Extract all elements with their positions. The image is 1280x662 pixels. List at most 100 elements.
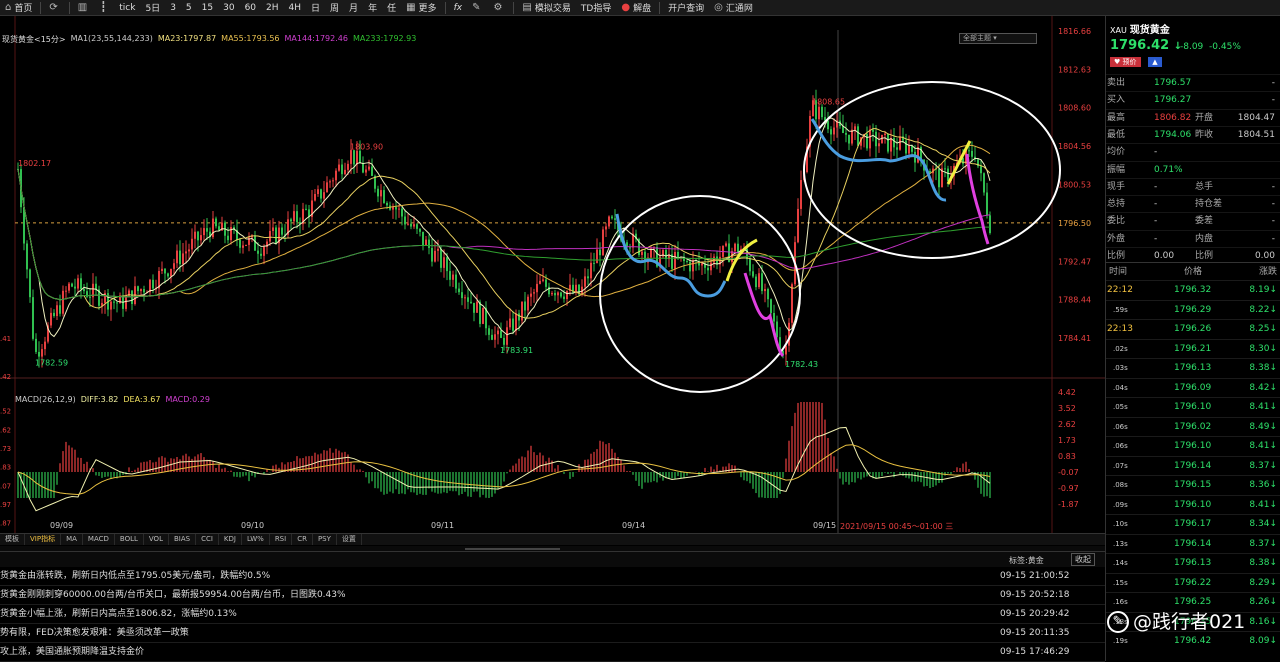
news-item[interactable]: 货黄金小幅上涨，刷新日内高点至1806.82，涨幅约0.13% 09-15 20:… [0, 605, 1105, 624]
tick-row: .15s 1796.22 8.29↓ [1106, 572, 1280, 591]
interval-8[interactable]: 4H [284, 0, 307, 16]
indicator-tab[interactable]: RSI [270, 534, 293, 545]
interval-13[interactable]: 任 [382, 0, 401, 16]
candle-body [137, 286, 139, 292]
indicator-tab[interactable]: BOLL [115, 534, 144, 545]
indicator-tab[interactable]: MACD [83, 534, 115, 545]
candle-body [791, 284, 793, 323]
indicator-tab[interactable]: LW% [242, 534, 270, 545]
candle-body [410, 223, 412, 227]
formula-button[interactable]: fx [449, 0, 468, 16]
candle-body [245, 244, 247, 246]
candle-body [665, 249, 667, 260]
indicator-tab[interactable]: VOL [144, 534, 169, 545]
indicator-tab[interactable]: 模板 [0, 534, 25, 545]
macd-legend-item: DIFF:3.82 [80, 395, 119, 404]
tick-change: 8.36↓ [1249, 480, 1277, 490]
symbol-name: 现货黄金 [1129, 25, 1170, 36]
indicator-tab[interactable]: PSY [313, 534, 337, 545]
news-item[interactable]: 货黄金刚刚刺穿60000.00台两/台币关口，最新报59954.00台两/台币，… [0, 586, 1105, 605]
candle-body [77, 278, 79, 289]
chart-canvas[interactable]: 1816.66 1812.63 1808.60 1804.56 1800.53 1796.… [0, 16, 1105, 536]
candle-body [419, 228, 421, 232]
draw-tool-button[interactable]: ✎ [467, 0, 488, 16]
splitter-handle[interactable] [465, 548, 560, 550]
candle-body [113, 301, 115, 303]
candle-body [242, 245, 244, 248]
tick-time: 22:13 [1107, 324, 1133, 334]
decode-button[interactable]: ● 解盘 [616, 0, 656, 16]
candle-body [500, 330, 502, 338]
candle-body [152, 279, 154, 289]
pen-icon: ✎ [472, 2, 481, 13]
candle-body [584, 276, 586, 287]
news-item[interactable]: 货黄金由涨转跌，刷新日内低点至1795.05美元/盎司，跌幅约0.5% 09-15… [0, 567, 1105, 586]
indicator-tab[interactable]: BIAS [169, 534, 197, 545]
dea-line [17, 444, 991, 496]
candle-body [68, 283, 70, 291]
candle-body [215, 218, 217, 227]
news-tag-label[interactable]: 标签:黄金 [1009, 555, 1044, 566]
interval-9[interactable]: 日 [306, 0, 325, 16]
interval-11[interactable]: 月 [344, 0, 363, 16]
interval-0[interactable]: tick [114, 0, 140, 16]
candle-body [593, 262, 595, 264]
candle-body [269, 230, 271, 242]
bell-icon[interactable]: ▲ [1148, 57, 1162, 67]
more-label: 更多 [418, 4, 437, 14]
tick-time: .59s [1113, 305, 1128, 314]
quote-label: 卖出 [1107, 78, 1126, 88]
interval-12[interactable]: 年 [363, 0, 382, 16]
indicator-tab[interactable]: VIP指标 [25, 534, 62, 545]
macd-tick-label: 0.83 [1058, 452, 1076, 461]
candle-body [629, 247, 631, 249]
tick-row: .59s 1796.29 8.22↓ [1106, 299, 1280, 318]
indicator-tab[interactable]: CCI [196, 534, 219, 545]
interval-2[interactable]: 3 [165, 0, 181, 16]
indicator-tab[interactable]: MA [61, 534, 83, 545]
candle-body [314, 193, 316, 201]
indicator-tab[interactable]: 设置 [337, 534, 362, 545]
collapse-button[interactable]: 收起 [1071, 553, 1095, 566]
tick-price: 1796.10 [1174, 402, 1212, 412]
theme-dropdown[interactable]: 全部主题 ▾ [959, 33, 1037, 44]
candle-body [869, 129, 871, 149]
interval-3[interactable]: 5 [181, 0, 197, 16]
candle-type-button[interactable]: ┇ [95, 0, 114, 16]
candle-body [677, 251, 679, 258]
interval-10[interactable]: 周 [325, 0, 344, 16]
settings-button[interactable]: ⚙ [488, 0, 510, 16]
candle-body [509, 318, 511, 328]
interval-7[interactable]: 2H [261, 0, 284, 16]
interval-4[interactable]: 15 [197, 0, 218, 16]
huitong-button[interactable]: ◎ 汇通网 [709, 0, 758, 16]
candle-body [434, 250, 436, 262]
candle-body [833, 127, 835, 135]
tick-change: 8.26↓ [1249, 597, 1277, 607]
interval-1[interactable]: 5日 [140, 0, 165, 16]
home-button[interactable]: ⌂ 首页 [0, 0, 37, 16]
refresh-button[interactable]: ⟳ [44, 0, 65, 16]
tick-row: .14s 1796.13 8.38↓ [1106, 553, 1280, 571]
interval-6[interactable]: 60 [240, 0, 261, 16]
candle-body [296, 211, 298, 222]
more-button[interactable]: ▦ 更多 [401, 0, 441, 16]
candle-body [164, 268, 166, 274]
quote-label: 最高 [1107, 112, 1126, 123]
news-item[interactable]: 势有限，FED决策愈发艰难：美亟须改革一政策 09-15 20:11:35 [0, 624, 1105, 643]
sim-trade-button[interactable]: ▤ 模拟交易 [517, 0, 575, 16]
candle-body [692, 260, 694, 272]
candle-body [476, 301, 478, 313]
open-account-button[interactable]: 开户查询 [663, 0, 709, 16]
indicator-tab[interactable]: KDJ [219, 534, 242, 545]
news-item[interactable]: 攻上涨，美国通胀预期降温支持金价 09-15 17:46:29 [0, 643, 1105, 662]
tick-row: .05s 1796.10 8.41↓ [1106, 397, 1280, 415]
candle-body [497, 330, 499, 335]
td-guide-button[interactable]: TD指导 [576, 0, 616, 16]
indicator-tab[interactable]: CR [292, 534, 313, 545]
price-alert-button[interactable]: ♥ 预价 [1110, 57, 1141, 67]
interval-5[interactable]: 30 [218, 0, 239, 16]
price-chart[interactable]: 1816.66 1812.63 1808.60 1804.56 1800.53 1796.… [0, 16, 1105, 536]
chart-type-button[interactable]: ▥ [73, 0, 95, 16]
candle-body [338, 164, 340, 171]
